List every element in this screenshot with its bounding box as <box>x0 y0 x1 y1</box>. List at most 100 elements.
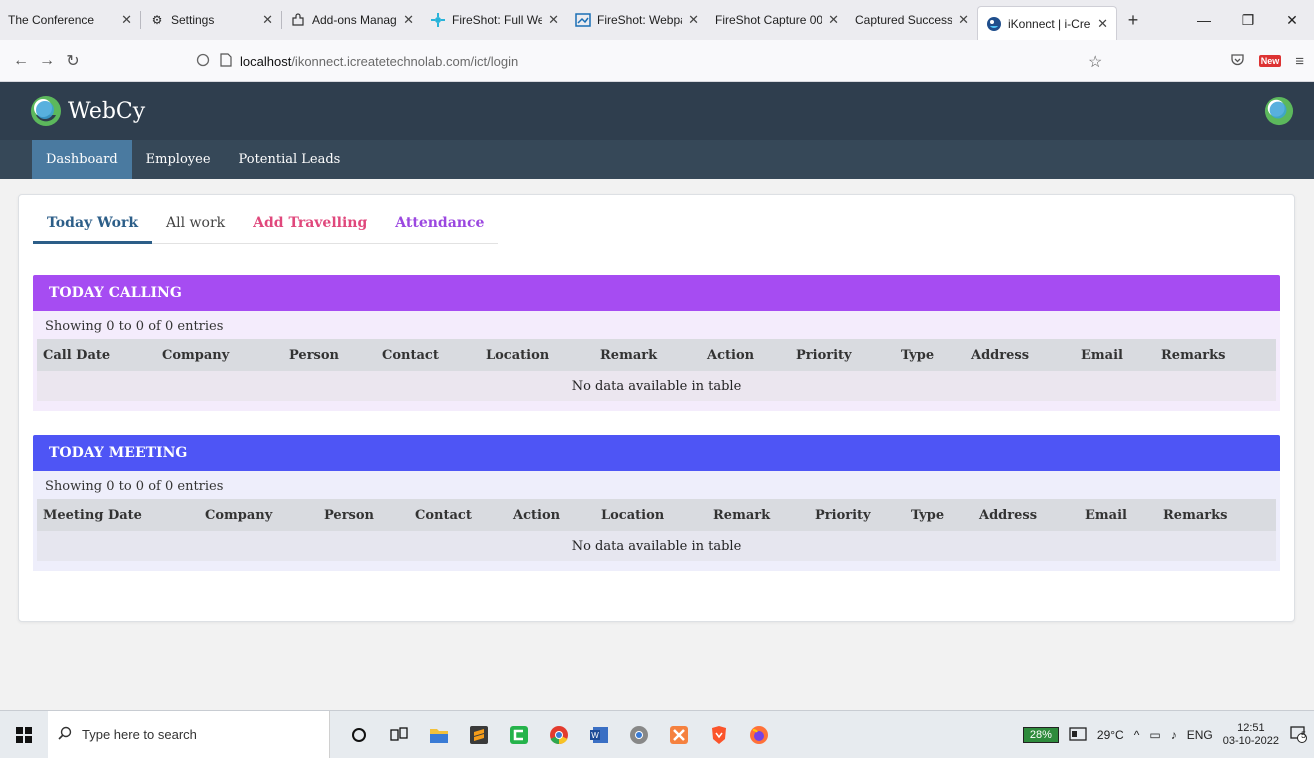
close-window-icon[interactable]: ✕ <box>1270 0 1314 40</box>
browser-nav-bar: ← → ↻ localhost/ikonnect.icreatetechnola… <box>0 40 1314 82</box>
close-icon[interactable]: ✕ <box>262 12 273 28</box>
browser-tab[interactable]: ⚙ Settings ✕ <box>141 0 281 40</box>
column-header[interactable]: Company <box>156 339 283 371</box>
battery-indicator[interactable]: 28% <box>1022 727 1059 743</box>
sublime-text-icon[interactable] <box>468 724 490 746</box>
column-header[interactable]: Type <box>905 499 973 531</box>
network-icon[interactable]: ▭ <box>1149 728 1160 742</box>
browser-tab[interactable]: Captured Successfully ✕ <box>847 0 977 40</box>
close-icon[interactable]: ✕ <box>1097 16 1108 32</box>
column-header[interactable]: Remark <box>594 339 701 371</box>
gear-icon: ⚙ <box>151 13 163 27</box>
close-icon[interactable]: ✕ <box>828 12 839 28</box>
cortana-icon[interactable] <box>348 724 370 746</box>
chevron-up-icon[interactable]: ^ <box>1134 728 1140 742</box>
today-calling-panel: TODAY CALLING Showing 0 to 0 of 0 entrie… <box>33 275 1280 411</box>
column-header[interactable]: Remark <box>707 499 809 531</box>
column-header[interactable]: Location <box>595 499 707 531</box>
browser-tab[interactable]: The Conference ✕ <box>0 0 140 40</box>
extension-new-badge[interactable]: New <box>1258 55 1282 67</box>
browser-tab[interactable]: Add-ons Manager ✕ <box>282 0 422 40</box>
puzzle-icon <box>290 12 306 28</box>
browser-tab[interactable]: FireShot: Webpage S ✕ <box>567 0 707 40</box>
close-icon[interactable]: ✕ <box>688 12 699 28</box>
browser-tab[interactable]: FireShot: Full Web Pa ✕ <box>422 0 567 40</box>
close-icon[interactable]: ✕ <box>958 12 969 28</box>
table-row: No data available in table <box>37 531 1276 561</box>
restore-icon[interactable]: ❐ <box>1226 0 1270 40</box>
column-header[interactable]: Meeting Date <box>37 499 199 531</box>
column-header[interactable]: Contact <box>376 339 480 371</box>
column-header[interactable]: Email <box>1079 499 1157 531</box>
clock-time: 12:51 <box>1237 722 1265 734</box>
system-tray: 28% 29°C ^ ▭ ♪ ENG 12:51 03-10-2022 5 <box>1022 711 1307 758</box>
column-header[interactable]: Remarks <box>1155 339 1276 371</box>
dashboard-card: Today Work All work Add Travelling Atten… <box>18 194 1295 622</box>
chrome-icon[interactable] <box>548 724 570 746</box>
volume-icon[interactable]: ♪ <box>1171 728 1177 742</box>
clock[interactable]: 12:51 03-10-2022 <box>1223 722 1279 748</box>
close-icon[interactable]: ✕ <box>548 12 559 28</box>
column-header[interactable]: Type <box>895 339 965 371</box>
browser-tab-active[interactable]: iKonnect | i-Create T ✕ <box>977 6 1117 40</box>
meeting-table: Meeting Date Company Person Contact Acti… <box>37 499 1276 561</box>
menu-hamburger-icon[interactable]: ≡ <box>1295 53 1304 70</box>
minimize-icon[interactable]: — <box>1182 0 1226 40</box>
chrome-profile-icon[interactable] <box>628 724 650 746</box>
windows-taskbar: Type here to search W 28% 29°C ^ ▭ ♪ ENG… <box>0 710 1314 758</box>
url-bar[interactable]: localhost/ikonnect.icreatetechnolab.com/… <box>196 47 1114 75</box>
close-icon[interactable]: ✕ <box>403 12 414 28</box>
file-explorer-icon[interactable] <box>428 724 450 746</box>
column-header[interactable]: Remarks <box>1157 499 1276 531</box>
tab-all-work[interactable]: All work <box>152 211 239 244</box>
table-header-row: Call Date Company Person Contact Locatio… <box>37 339 1276 371</box>
brave-icon[interactable] <box>708 724 730 746</box>
app-logo[interactable]: WebCy <box>30 95 145 127</box>
bookmark-star-icon[interactable]: ☆ <box>1088 52 1102 72</box>
back-arrow-icon[interactable]: ← <box>8 52 34 70</box>
weather-temp[interactable]: 29°C <box>1097 728 1124 742</box>
camtasia-icon[interactable] <box>508 724 530 746</box>
column-header[interactable]: Action <box>701 339 790 371</box>
column-header[interactable]: Location <box>480 339 594 371</box>
tab-attendance[interactable]: Attendance <box>381 211 498 244</box>
column-header[interactable]: Person <box>318 499 409 531</box>
ikonnect-icon <box>986 16 1002 32</box>
tab-label: Add-ons Manager <box>312 13 397 27</box>
calling-table: Call Date Company Person Contact Locatio… <box>37 339 1276 401</box>
column-header[interactable]: Contact <box>409 499 507 531</box>
menu-potential-leads[interactable]: Potential Leads <box>225 140 355 179</box>
new-tab-button[interactable]: + <box>1117 0 1149 40</box>
browser-tab[interactable]: FireShot Capture 002 - T ✕ <box>707 0 847 40</box>
taskbar-search[interactable]: Type here to search <box>48 710 330 758</box>
language-indicator[interactable]: ENG <box>1187 728 1213 742</box>
tab-today-work[interactable]: Today Work <box>33 211 153 244</box>
column-header[interactable]: Address <box>965 339 1075 371</box>
column-header[interactable]: Call Date <box>37 339 156 371</box>
menu-dashboard[interactable]: Dashboard <box>32 140 132 179</box>
task-view-icon[interactable] <box>388 724 410 746</box>
tab-add-travelling[interactable]: Add Travelling <box>239 211 381 244</box>
svg-text:W: W <box>591 731 599 740</box>
column-header[interactable]: Email <box>1075 339 1155 371</box>
word-icon[interactable]: W <box>588 724 610 746</box>
column-header[interactable]: Address <box>973 499 1079 531</box>
reload-icon[interactable]: ↻ <box>60 51 86 71</box>
close-icon[interactable]: ✕ <box>121 12 132 28</box>
pocket-icon[interactable] <box>1230 52 1245 71</box>
forward-arrow-icon[interactable]: → <box>34 52 60 70</box>
column-header[interactable]: Person <box>283 339 376 371</box>
user-avatar[interactable] <box>1264 96 1294 131</box>
column-header[interactable]: Priority <box>809 499 905 531</box>
weather-icon[interactable] <box>1069 726 1087 744</box>
panel-body: Showing 0 to 0 of 0 entries Meeting Date… <box>33 471 1280 571</box>
windows-start-icon[interactable] <box>0 726 48 743</box>
menu-employee[interactable]: Employee <box>132 140 225 179</box>
xampp-icon[interactable] <box>668 724 690 746</box>
panel-title: TODAY CALLING <box>33 275 1280 311</box>
tab-label: The Conference <box>8 13 95 27</box>
firefox-icon[interactable] <box>748 724 770 746</box>
column-header[interactable]: Company <box>199 499 318 531</box>
column-header[interactable]: Priority <box>790 339 895 371</box>
column-header[interactable]: Action <box>507 499 595 531</box>
